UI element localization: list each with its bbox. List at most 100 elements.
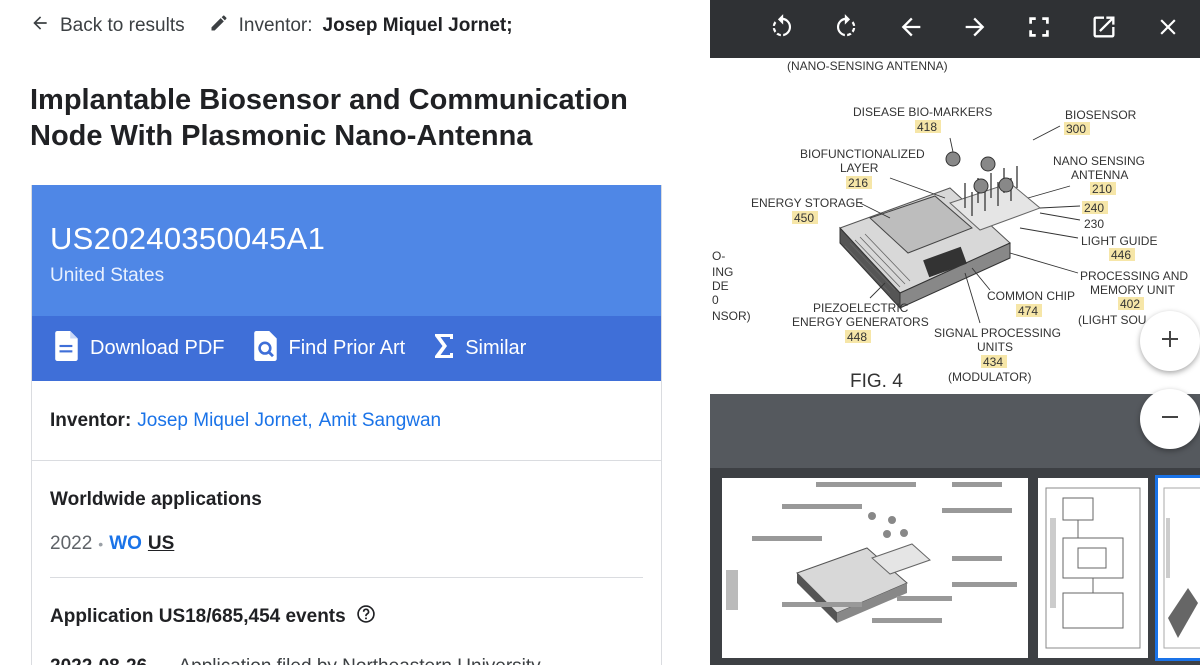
next-image-button[interactable]	[943, 0, 1007, 58]
inventor-link[interactable]: Amit Sangwan	[319, 410, 442, 432]
event-row: 2022-08-26 ● Application filed by Northe…	[32, 630, 661, 665]
label-common-chip: COMMON CHIP	[987, 289, 1075, 303]
country-label: United States	[50, 265, 165, 286]
back-to-results-link[interactable]: Back to results	[30, 13, 185, 39]
similar-label: Similar	[465, 337, 527, 359]
patent-figure-page[interactable]: (NANO-SENSING ANTENNA) O- ING DE 0 NSOR)	[710, 58, 1200, 394]
back-label: Back to results	[60, 15, 185, 36]
thumbnail-drawing	[1163, 487, 1200, 649]
label-biofunctionalized: BIOFUNCTIONALIZED	[800, 147, 925, 161]
minus-icon	[1158, 405, 1182, 434]
search-query-chip[interactable]: Inventor: Josep Miquel Jornet;	[209, 13, 513, 39]
office-link-wo[interactable]: WO	[109, 533, 142, 555]
query-prefix: Inventor:	[238, 15, 313, 36]
cutoff-label: DE	[712, 279, 729, 293]
worldwide-heading: Worldwide applications	[50, 489, 262, 510]
timeline-dot: ●	[159, 660, 166, 665]
rotate-cw-button[interactable]	[814, 0, 878, 58]
label-modulator: (MODULATOR)	[948, 370, 1032, 384]
top-navigation: Back to results Inventor: Josep Miquel J…	[30, 12, 513, 40]
find-prior-art-button[interactable]: Find Prior Art	[253, 330, 406, 367]
label-number: 300	[1066, 122, 1086, 136]
label-number: 216	[848, 176, 868, 190]
event-date: 2022-08-26	[50, 656, 147, 665]
label-piezoelectric: PIEZOELECTRIC	[813, 301, 909, 315]
publication-number: US20240350045A1	[50, 221, 326, 256]
arrow-left-icon	[897, 13, 925, 46]
patent-header: US20240350045A1 United States	[32, 185, 661, 316]
thumbnail-drawing	[726, 482, 1017, 623]
label-energy-storage: ENERGY STORAGE	[751, 196, 863, 210]
label-number: 402	[1120, 297, 1140, 311]
previous-image-button[interactable]	[879, 0, 943, 58]
document-search-icon	[253, 330, 279, 367]
close-icon	[1155, 14, 1181, 45]
figure-top-label: (NANO-SENSING ANTENNA)	[787, 59, 948, 73]
separator-dot: •	[98, 536, 104, 552]
arrow-right-icon	[961, 13, 989, 46]
cutoff-label: ING	[712, 265, 733, 279]
label-memory-unit: MEMORY UNIT	[1090, 283, 1176, 297]
office-link-us[interactable]: US	[148, 533, 174, 555]
inventor-separator: ,	[307, 409, 313, 431]
thumbnail-strip	[710, 468, 1200, 665]
label-number: 418	[917, 120, 937, 134]
similar-button[interactable]: Similar	[433, 333, 526, 365]
image-viewer: (NANO-SENSING ANTENNA) O- ING DE 0 NSOR)	[710, 0, 1200, 665]
viewer-toolbar	[710, 0, 1200, 58]
plus-icon	[1158, 327, 1182, 356]
thumbnail-figure-4[interactable]	[722, 478, 1028, 658]
pdf-file-icon	[54, 330, 80, 367]
close-viewer-button[interactable]	[1136, 0, 1200, 58]
thumbnail-page-2[interactable]	[1038, 478, 1148, 658]
zoom-in-button[interactable]	[1140, 311, 1200, 371]
label-light-source: (LIGHT SOU	[1078, 313, 1146, 327]
label-number: 446	[1111, 248, 1131, 262]
patent-details-pane: Back to results Inventor: Josep Miquel J…	[0, 0, 700, 665]
zoom-out-button[interactable]	[1140, 389, 1200, 449]
label-number: 230	[1084, 217, 1104, 231]
figure-caption: FIG. 4	[850, 371, 903, 392]
arrow-back-icon	[30, 13, 50, 39]
label-number: 450	[794, 211, 814, 225]
label-signal-processing: SIGNAL PROCESSING	[934, 326, 1061, 340]
label-number: 434	[983, 355, 1003, 369]
label-biosensor: BIOSENSOR	[1065, 108, 1137, 122]
thumbnail-drawing	[1045, 487, 1141, 649]
label-number: 210	[1092, 182, 1112, 196]
worldwide-applications: Worldwide applications 2022 • WO US	[32, 461, 661, 577]
download-pdf-label: Download PDF	[90, 337, 225, 359]
label-number: 240	[1084, 201, 1104, 215]
fullscreen-button[interactable]	[1007, 0, 1071, 58]
events-heading-row: Application US18/685,454 events	[32, 578, 661, 630]
rotate-cw-icon	[832, 13, 860, 46]
download-pdf-button[interactable]: Download PDF	[54, 330, 225, 367]
label-nano-sensing: NANO SENSING	[1053, 154, 1145, 168]
label-antenna: ANTENNA	[1071, 168, 1128, 182]
label-units: UNITS	[977, 340, 1013, 354]
inventor-link[interactable]: Josep Miquel Jornet	[137, 410, 307, 432]
label-light-guide: LIGHT GUIDE	[1081, 234, 1157, 248]
cutoff-label: 0	[712, 293, 719, 307]
device-illustration	[839, 151, 1041, 310]
sigma-icon	[433, 333, 455, 365]
find-prior-art-label: Find Prior Art	[288, 337, 406, 359]
rotate-ccw-icon	[768, 13, 796, 46]
label-number: 448	[847, 330, 867, 344]
open-external-icon	[1090, 13, 1118, 46]
label-energy-generators: ENERGY GENERATORS	[792, 315, 929, 329]
open-in-new-tab-button[interactable]	[1071, 0, 1135, 58]
query-value: Josep Miquel Jornet;	[322, 15, 513, 36]
viewer-background	[710, 394, 1200, 468]
figure-drawing: (NANO-SENSING ANTENNA) O- ING DE 0 NSOR)	[712, 59, 1188, 392]
thumbnail-page-3[interactable]	[1155, 475, 1200, 661]
inventors-row: Inventor: Josep Miquel Jornet , Amit San…	[32, 381, 661, 461]
inventor-label: Inventor:	[50, 409, 132, 431]
patent-actions: Download PDF Find Prior Art Similar	[32, 316, 661, 381]
patent-title: Implantable Biosensor and Communication …	[30, 84, 628, 152]
rotate-ccw-button[interactable]	[750, 0, 814, 58]
event-text: Application filed by Northeastern Univer…	[178, 656, 540, 665]
help-icon[interactable]	[356, 604, 376, 630]
fullscreen-icon	[1026, 14, 1052, 45]
cutoff-label: NSOR)	[712, 309, 751, 323]
